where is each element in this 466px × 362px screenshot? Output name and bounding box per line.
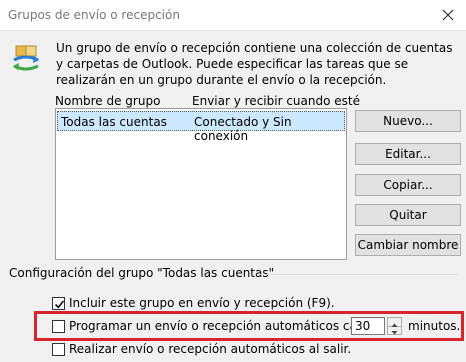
minutes-unit-label: minutos. bbox=[408, 319, 461, 333]
schedule-label: Programar un envío o recepción automátic… bbox=[69, 319, 372, 333]
include-group-label: Incluir este grupo en envío y recepción … bbox=[69, 296, 335, 310]
groups-list[interactable]: Todas las cuentas Conectado y Sin conexi… bbox=[55, 108, 347, 260]
spin-down-button[interactable] bbox=[388, 326, 401, 335]
window-title: Grupos de envío o recepción bbox=[8, 8, 180, 22]
minutes-spinner[interactable] bbox=[387, 317, 402, 335]
column-header-group-name[interactable]: Nombre de grupo bbox=[55, 94, 160, 108]
schedule-minutes-input[interactable] bbox=[351, 317, 385, 335]
group-status-cell: Conectado y Sin conexión bbox=[194, 115, 292, 143]
new-button[interactable]: Nuevo... bbox=[355, 110, 461, 132]
edit-button[interactable]: Editar... bbox=[355, 143, 461, 165]
column-header-send-receive-when[interactable]: Enviar y recibir cuando esté bbox=[192, 94, 360, 108]
include-group-checkbox[interactable] bbox=[52, 297, 65, 310]
checkmark-icon bbox=[54, 300, 65, 309]
title-bar: Grupos de envío o recepción bbox=[0, 0, 466, 31]
arrow-down-icon bbox=[391, 331, 398, 335]
intro-text: Un grupo de envío o recepción contiene u… bbox=[56, 41, 453, 87]
close-button[interactable] bbox=[436, 4, 460, 26]
close-icon bbox=[442, 9, 454, 21]
rename-button[interactable]: Cambiar nombre bbox=[355, 234, 461, 256]
group-name-cell: Todas las cuentas bbox=[61, 115, 167, 129]
on-exit-label: Realizar envío o recepción automáticos a… bbox=[69, 342, 352, 356]
group-settings-label: Configuración del grupo "Todas las cuent… bbox=[9, 266, 275, 280]
group-divider bbox=[260, 274, 458, 275]
send-receive-groups-dialog: Grupos de envío o recepción Un grupo de … bbox=[0, 0, 466, 362]
table-row[interactable]: Todas las cuentas Conectado y Sin conexi… bbox=[57, 111, 345, 143]
send-receive-icon bbox=[10, 42, 42, 74]
schedule-checkbox[interactable] bbox=[52, 320, 65, 333]
on-exit-checkbox[interactable] bbox=[52, 343, 65, 356]
copy-button[interactable]: Copiar... bbox=[355, 174, 461, 196]
remove-button[interactable]: Quitar bbox=[355, 204, 461, 226]
